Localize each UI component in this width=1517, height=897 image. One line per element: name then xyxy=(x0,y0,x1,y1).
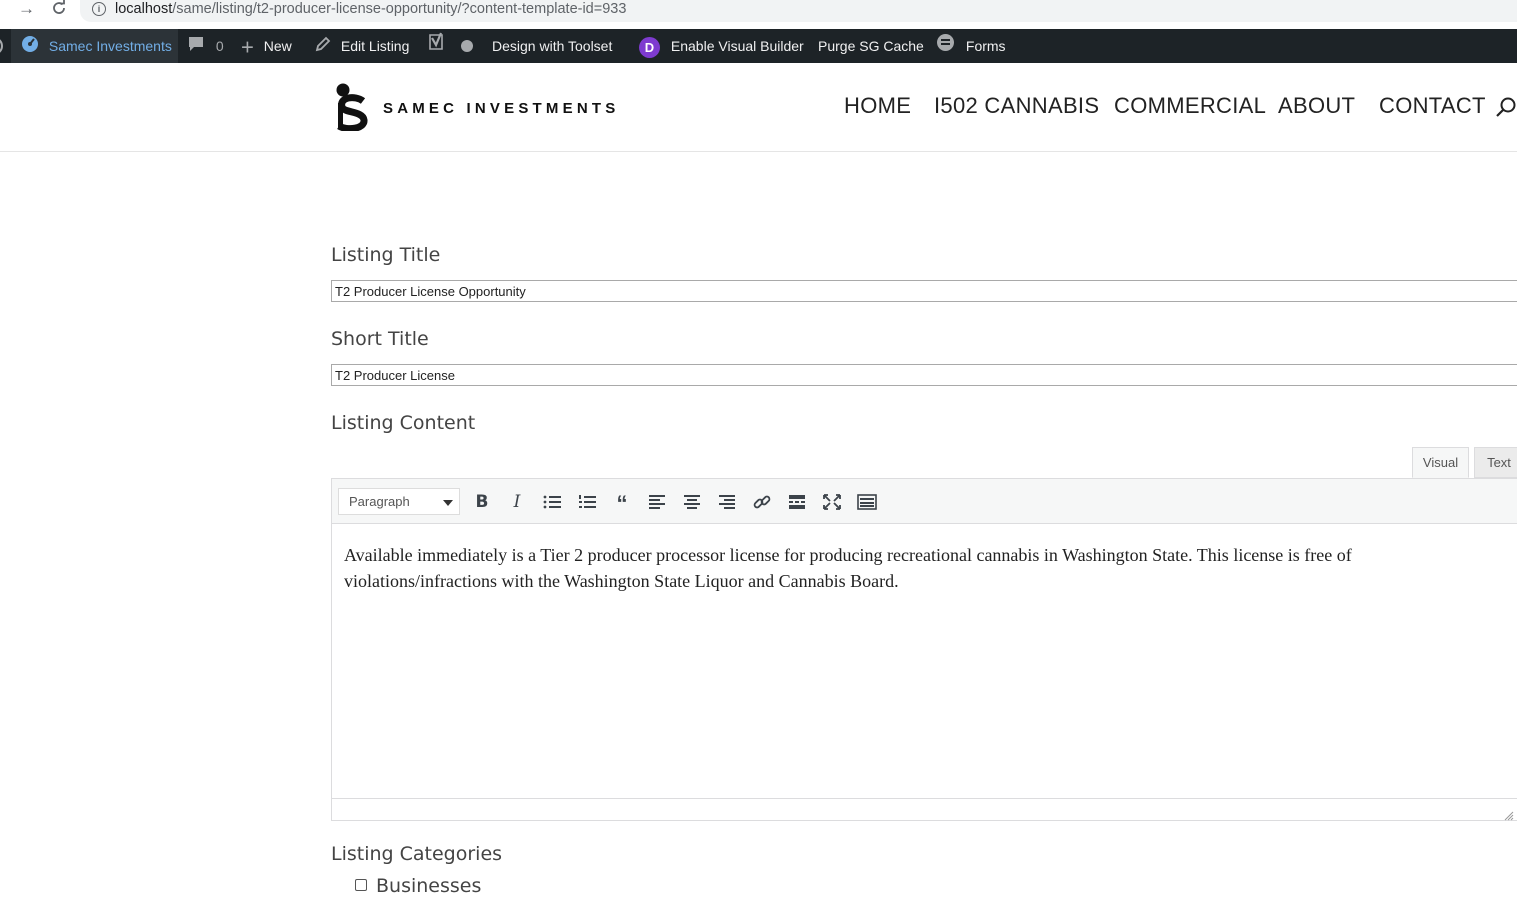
menu-item-i502-cannabis[interactable]: I502 CANNABIS xyxy=(934,93,1099,119)
short-title-input[interactable]: T2 Producer License xyxy=(331,364,1517,386)
chevron-down-icon xyxy=(443,500,453,506)
link-icon[interactable] xyxy=(748,488,776,516)
listing-content-label: Listing Content xyxy=(331,412,476,434)
forms-menu[interactable]: Forms xyxy=(936,29,1006,63)
seo-status-dot-icon xyxy=(460,30,473,64)
visual-builder-link[interactable]: D Enable Visual Builder xyxy=(639,29,804,63)
plus-icon: + xyxy=(241,34,254,60)
forms-icon xyxy=(936,30,955,64)
menu-item-commercial[interactable]: COMMERCIAL xyxy=(1114,93,1266,119)
menu-item-about[interactable]: ABOUT xyxy=(1278,93,1355,119)
url-host: localhost xyxy=(115,1,173,17)
design-with-toolset-link[interactable]: Design with Toolset xyxy=(492,29,612,63)
yoast-icon xyxy=(427,30,447,64)
read-more-icon[interactable] xyxy=(783,488,811,516)
numbered-list-icon[interactable] xyxy=(573,488,601,516)
format-select-value: Paragraph xyxy=(349,494,410,509)
logo-text[interactable]: SAMEC INVESTMENTS xyxy=(383,100,619,117)
tab-visual[interactable]: Visual xyxy=(1412,447,1469,478)
purge-cache-link[interactable]: Purge SG Cache xyxy=(818,29,924,63)
forward-icon[interactable]: → xyxy=(18,0,35,20)
short-title-label: Short Title xyxy=(331,328,429,350)
toolbar-toggle-icon[interactable] xyxy=(853,488,881,516)
site-name-label: Samec Investments xyxy=(48,38,172,54)
listing-title-label: Listing Title xyxy=(331,244,441,266)
visual-builder-label: Enable Visual Builder xyxy=(670,38,804,54)
businesses-checkbox[interactable] xyxy=(355,879,367,891)
reload-icon[interactable] xyxy=(51,0,67,20)
comments-menu[interactable]: 0 xyxy=(188,29,224,63)
url-path: /same/listing/t2-producer-license-opport… xyxy=(172,1,627,17)
new-content-menu[interactable]: + New xyxy=(241,29,292,63)
logo-icon[interactable] xyxy=(333,81,371,133)
yoast-menu[interactable] xyxy=(427,29,473,63)
edit-listing-link[interactable]: Edit Listing xyxy=(315,29,409,63)
purge-cache-label: Purge SG Cache xyxy=(818,38,924,54)
format-select[interactable]: Paragraph xyxy=(338,488,460,515)
site-header: SAMEC INVESTMENTS HOME I502 CANNABIS COM… xyxy=(0,63,1517,152)
comments-count: 0 xyxy=(215,38,224,54)
italic-icon[interactable]: I xyxy=(503,488,531,516)
search-icon[interactable] xyxy=(1496,97,1517,124)
site-info-icon[interactable]: i xyxy=(92,2,106,16)
align-left-icon[interactable] xyxy=(643,488,671,516)
align-center-icon[interactable] xyxy=(678,488,706,516)
dashboard-icon xyxy=(21,30,39,64)
divi-icon: D xyxy=(639,36,660,58)
pencil-icon xyxy=(315,30,331,64)
editor-statusbar xyxy=(331,798,1517,821)
browser-toolbar: ) → i localhost/same/listing/t2-producer… xyxy=(0,0,1517,29)
editor-content-text[interactable]: Available immediately is a Tier 2 produc… xyxy=(344,542,1474,594)
bold-icon[interactable]: B xyxy=(468,488,496,516)
admin-bar: Samec Investments 0 + New Edit Listing D… xyxy=(0,29,1517,63)
listing-title-input[interactable]: T2 Producer License Opportunity xyxy=(331,280,1517,302)
resize-handle-icon[interactable] xyxy=(1504,808,1514,821)
site-name-menu[interactable]: Samec Investments xyxy=(11,29,178,63)
comment-icon xyxy=(188,30,204,64)
edit-listing-label: Edit Listing xyxy=(340,38,410,54)
listing-categories-label: Listing Categories xyxy=(331,843,503,865)
menu-item-home[interactable]: HOME xyxy=(844,93,911,119)
content-editor[interactable]: Available immediately is a Tier 2 produc… xyxy=(331,524,1517,799)
align-right-icon[interactable] xyxy=(713,488,741,516)
editor-toolbar: Paragraph B I “ xyxy=(331,478,1517,524)
bulleted-list-icon[interactable] xyxy=(538,488,566,516)
tab-text[interactable]: Text xyxy=(1474,447,1517,478)
url-text[interactable]: localhost/same/listing/t2-producer-licen… xyxy=(115,0,626,18)
forms-label: Forms xyxy=(965,38,1006,54)
wp-logo-icon[interactable] xyxy=(0,29,6,63)
fullscreen-icon[interactable] xyxy=(818,488,846,516)
design-toolset-label: Design with Toolset xyxy=(492,38,613,54)
new-label: New xyxy=(263,38,292,54)
blockquote-icon[interactable]: “ xyxy=(608,488,636,516)
menu-item-contact[interactable]: CONTACT xyxy=(1379,93,1486,119)
